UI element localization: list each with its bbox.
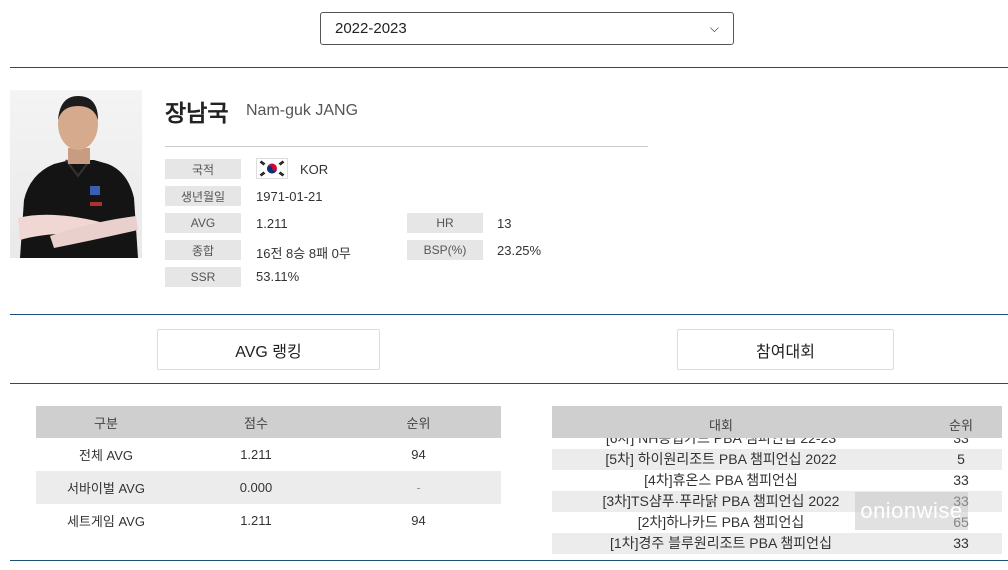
list-item: [4차]휴온스 PBA 챔피언십 33 bbox=[552, 470, 1002, 491]
korea-flag-icon bbox=[256, 158, 288, 179]
column-header-tournament: 대회 bbox=[709, 418, 733, 433]
list-item: [6차] NH농협카드 PBA 챔피언십 22-23 33 bbox=[552, 438, 1002, 449]
hr-value: 13 bbox=[497, 216, 512, 231]
divider bbox=[10, 314, 1008, 315]
tournament-name: [3차]TS샴푸·푸라닭 PBA 챔피언십 2022 bbox=[602, 493, 840, 509]
chevron-down-icon: ⌵ bbox=[709, 21, 719, 35]
list-item: [1차]경주 블루원리조트 PBA 챔피언십 33 bbox=[552, 533, 1002, 554]
tournament-rank: 5 bbox=[957, 451, 965, 467]
total-label: 종합 bbox=[165, 240, 241, 260]
row-category: 서바이벌 AVG bbox=[36, 471, 176, 504]
tournament-rank: 33 bbox=[953, 535, 969, 551]
ssr-value: 53.11% bbox=[256, 269, 300, 284]
divider bbox=[10, 383, 1008, 384]
table-row: 전체 AVG 1.211 94 bbox=[36, 438, 501, 471]
list-item: [5차] 하이원리조트 PBA 챔피언십 2022 5 bbox=[552, 449, 1002, 470]
column-header-rank: 순위 bbox=[336, 406, 501, 438]
player-name-english: Nam-guk JANG bbox=[246, 102, 359, 119]
watermark: onionwise bbox=[855, 492, 968, 530]
total-value: 16전 8승 8패 0무 bbox=[256, 246, 351, 261]
column-header-score: 점수 bbox=[176, 406, 336, 438]
birth-label: 생년월일 bbox=[165, 186, 241, 206]
history-table-header: 대회 순위 bbox=[552, 406, 1002, 438]
hr-label: HR bbox=[407, 213, 483, 233]
table-row: 세트게임 AVG 1.211 94 bbox=[36, 504, 501, 537]
nationality-value: KOR bbox=[300, 162, 329, 177]
divider bbox=[10, 560, 1008, 561]
tournament-name: [1차]경주 블루원리조트 PBA 챔피언십 bbox=[610, 535, 832, 551]
season-select-value: 2022-2023 bbox=[335, 20, 407, 37]
row-score: 1.211 bbox=[240, 447, 272, 462]
tournament-rank: 33 bbox=[953, 438, 969, 446]
player-photo bbox=[10, 90, 142, 258]
column-header-category: 구분 bbox=[36, 406, 176, 438]
tab-tournaments[interactable]: 참여대회 bbox=[677, 329, 894, 370]
tournament-name: [6차] NH농협카드 PBA 챔피언십 22-23 bbox=[605, 438, 837, 446]
avg-ranking-table: 구분 점수 순위 전체 AVG 1.211 94 서바이벌 AVG 0.000 … bbox=[36, 406, 501, 537]
divider bbox=[10, 67, 1008, 68]
tournament-rank: 33 bbox=[953, 472, 969, 488]
bsp-label: BSP(%) bbox=[407, 240, 483, 260]
nationality-label: 국적 bbox=[165, 159, 241, 179]
row-score: 0.000 bbox=[176, 471, 336, 504]
row-rank: 94 bbox=[411, 447, 426, 462]
avg-label: AVG bbox=[165, 213, 241, 233]
player-name-korean: 장남국 bbox=[165, 100, 229, 126]
ssr-label: SSR bbox=[165, 267, 241, 287]
table-row: 서바이벌 AVG 0.000 - bbox=[36, 471, 501, 504]
tournament-name: [5차] 하이원리조트 PBA 챔피언십 2022 bbox=[605, 451, 837, 467]
avg-value: 1.211 bbox=[256, 216, 288, 231]
row-category: 세트게임 AVG bbox=[67, 514, 145, 529]
tournament-name: [2차]하나카드 PBA 챔피언십 bbox=[637, 514, 805, 530]
name-divider bbox=[165, 146, 648, 147]
row-rank: - bbox=[336, 471, 501, 504]
player-silhouette bbox=[18, 96, 138, 258]
row-rank: 94 bbox=[411, 513, 426, 528]
tab-avg-ranking[interactable]: AVG 랭킹 bbox=[157, 329, 380, 370]
tournament-name: [4차]휴온스 PBA 챔피언십 bbox=[644, 472, 798, 488]
row-score: 1.211 bbox=[240, 513, 272, 528]
bsp-value: 23.25% bbox=[497, 243, 542, 258]
season-select[interactable]: 2022-2023 ⌵ bbox=[320, 12, 734, 45]
row-category: 전체 AVG bbox=[78, 448, 134, 463]
column-header-rank: 순위 bbox=[949, 418, 973, 433]
birth-value: 1971-01-21 bbox=[256, 189, 323, 204]
